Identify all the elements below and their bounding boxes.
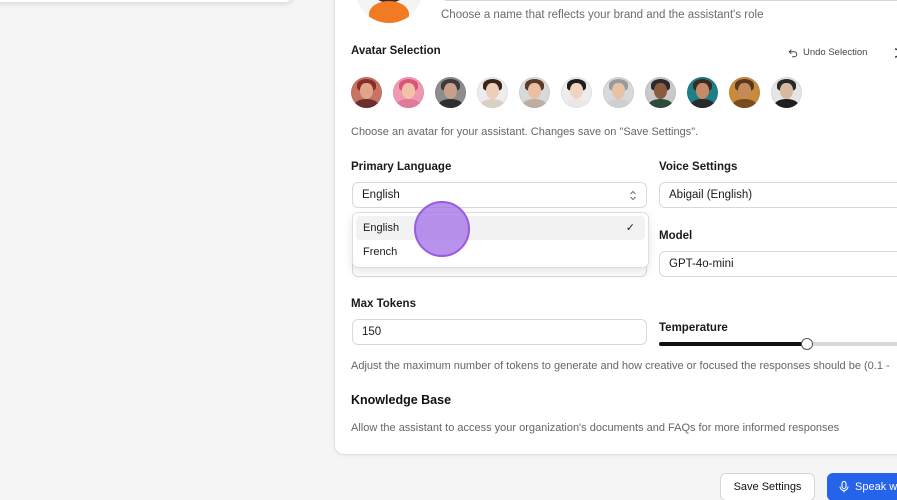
avatar-face bbox=[360, 83, 373, 99]
voice-settings-label: Voice Settings bbox=[659, 161, 738, 173]
temperature-slider-fill bbox=[659, 342, 808, 346]
avatar-face bbox=[528, 83, 541, 99]
max-tokens-value: 150 bbox=[362, 326, 382, 338]
avatar-body bbox=[774, 99, 799, 108]
avatar-option[interactable] bbox=[771, 77, 802, 108]
avatar-option[interactable] bbox=[645, 77, 676, 108]
microphone-icon bbox=[839, 481, 849, 493]
avatar-option[interactable] bbox=[729, 77, 760, 108]
undo-icon bbox=[788, 48, 798, 57]
voice-settings-select[interactable]: Abigail (English) bbox=[659, 182, 897, 208]
undo-selection-label: Undo Selection bbox=[803, 47, 868, 58]
avatar-selection-label: Avatar Selection bbox=[351, 45, 441, 57]
temperature-label: Temperature bbox=[659, 322, 728, 334]
undo-selection-button[interactable]: Undo Selection bbox=[788, 47, 867, 58]
avatar-body bbox=[648, 99, 673, 108]
primary-language-value: English bbox=[362, 189, 400, 201]
avatar-option[interactable] bbox=[477, 77, 508, 108]
avatar-option[interactable] bbox=[351, 77, 382, 108]
avatar-body bbox=[732, 99, 757, 108]
assistant-name-input[interactable] bbox=[441, 0, 897, 1]
knowledge-base-title: Knowledge Base bbox=[351, 393, 452, 407]
speak-button-label: Speak w bbox=[855, 481, 897, 493]
model-select[interactable]: GPT-4o-mini bbox=[659, 251, 897, 277]
tokens-temperature-helper: Adjust the maximum number of tokens to g… bbox=[351, 360, 890, 372]
language-option-english[interactable]: English ✓ bbox=[356, 216, 645, 240]
pointer-highlight bbox=[414, 201, 470, 257]
chevron-updown-icon bbox=[630, 190, 636, 201]
avatar-face bbox=[612, 83, 625, 99]
side-card bbox=[0, 0, 293, 2]
max-tokens-input[interactable]: 150 bbox=[352, 319, 647, 345]
avatar-body bbox=[606, 99, 631, 108]
avatar-face bbox=[486, 83, 499, 99]
avatar-face bbox=[780, 83, 793, 99]
avatar-option[interactable] bbox=[519, 77, 550, 108]
primary-language-label: Primary Language bbox=[351, 161, 452, 173]
avatar-body bbox=[522, 99, 547, 108]
primary-language-select[interactable]: English bbox=[352, 182, 647, 208]
avatar-face bbox=[444, 83, 457, 99]
assistant-name-helper: Choose a name that reflects your brand a… bbox=[441, 9, 764, 21]
avatar-body bbox=[438, 99, 463, 108]
max-tokens-label: Max Tokens bbox=[351, 298, 416, 310]
knowledge-base-helper: Allow the assistant to access your organ… bbox=[351, 422, 840, 434]
avatar-helper: Choose an avatar for your assistant. Cha… bbox=[351, 126, 699, 138]
avatar-face bbox=[738, 83, 751, 99]
avatar-option[interactable] bbox=[603, 77, 634, 108]
avatar-option[interactable] bbox=[393, 77, 424, 108]
avatar-body bbox=[396, 99, 421, 108]
avatar-face bbox=[654, 83, 667, 99]
language-option-label: French bbox=[363, 246, 398, 258]
language-option-french[interactable]: French bbox=[356, 240, 645, 264]
avatar-face bbox=[570, 83, 583, 99]
avatar-face bbox=[696, 83, 709, 99]
avatar-face bbox=[402, 83, 415, 99]
avatar-body bbox=[480, 99, 505, 108]
speak-button[interactable]: Speak w bbox=[827, 473, 897, 500]
save-settings-button[interactable]: Save Settings bbox=[720, 473, 815, 500]
model-label: Model bbox=[659, 230, 693, 242]
avatar-body bbox=[354, 99, 379, 108]
avatar-option[interactable] bbox=[561, 77, 592, 108]
avatar-picker bbox=[351, 77, 802, 108]
refresh-icon[interactable] bbox=[892, 47, 897, 59]
language-dropdown-menu: English ✓ French bbox=[352, 212, 649, 268]
model-value: GPT-4o-mini bbox=[669, 258, 734, 270]
check-icon: ✓ bbox=[625, 222, 635, 234]
settings-screen: Choose a name that reflects your brand a… bbox=[0, 0, 897, 500]
voice-settings-value: Abigail (English) bbox=[669, 189, 753, 201]
avatar-body bbox=[690, 99, 715, 108]
avatar-option[interactable] bbox=[687, 77, 718, 108]
temperature-slider[interactable] bbox=[659, 338, 897, 350]
avatar-body bbox=[564, 99, 589, 108]
avatar-option[interactable] bbox=[435, 77, 466, 108]
language-option-label: English bbox=[363, 222, 400, 234]
